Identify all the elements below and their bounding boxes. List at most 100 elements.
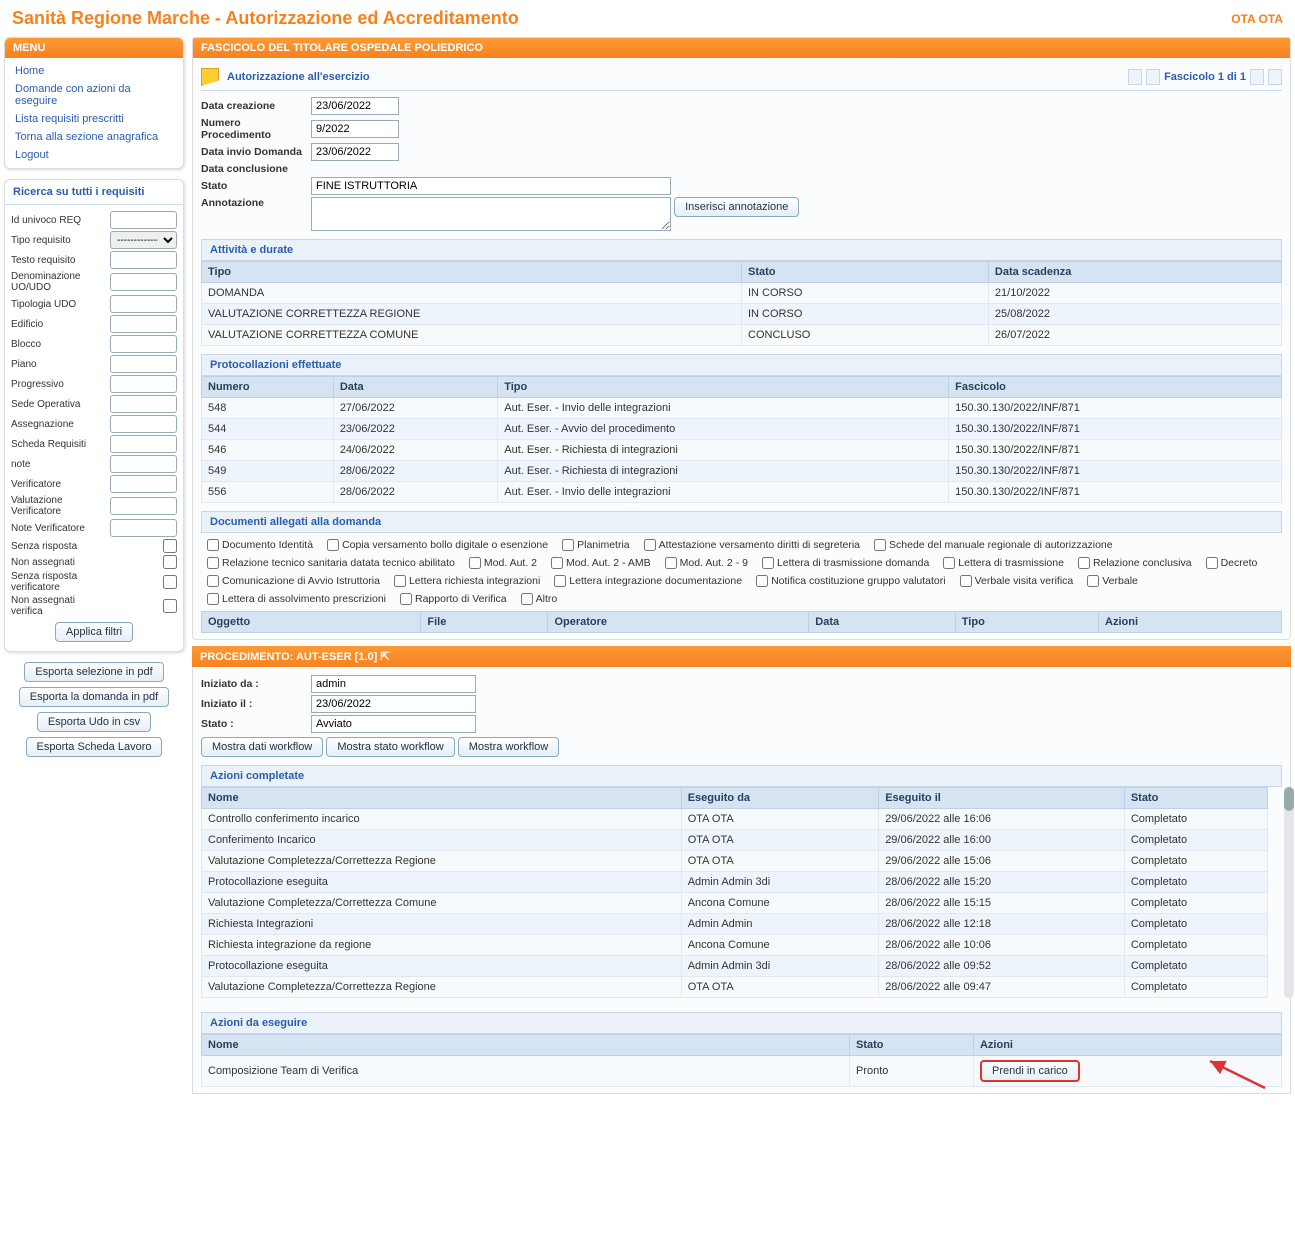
prendi-in-carico-button[interactable]: Prendi in carico [980,1060,1080,1082]
doc-checkbox[interactable] [960,575,972,587]
search-label: Denominazione UO/UDO [11,271,106,293]
search-checkbox[interactable] [163,555,177,569]
field-label: Iniziato il : [201,698,311,710]
search-checkbox[interactable] [163,539,177,553]
doc-checkbox[interactable] [562,539,574,551]
doc-checkbox[interactable] [207,557,219,569]
table-cell: Protocollazione eseguita [202,872,682,893]
doc-checkbox[interactable] [327,539,339,551]
col-head[interactable]: Data [809,612,956,633]
doc-checkbox[interactable] [756,575,768,587]
doc-checkbox[interactable] [551,557,563,569]
menu-item[interactable]: Domande con azioni da eseguire [5,80,183,110]
attivita-table: Tipo Stato Data scadenza DOMANDAIN CORSO… [201,261,1282,346]
table-cell: Ancona Comune [681,893,879,914]
search-input[interactable] [110,251,177,269]
search-input[interactable] [110,415,177,433]
stato-input[interactable] [311,177,671,195]
annotazione-textarea[interactable] [311,197,671,231]
search-input[interactable] [110,497,177,515]
doc-checkbox[interactable] [469,557,481,569]
search-box: Ricerca su tutti i requisiti Id univoco … [4,179,184,652]
doc-item: Lettera di trasmissione [943,557,1064,569]
search-input[interactable] [110,295,177,313]
doc-checkbox[interactable] [644,539,656,551]
pager-next-icon[interactable] [1250,69,1264,85]
search-input[interactable] [110,211,177,229]
search-input[interactable] [110,475,177,493]
search-input[interactable] [110,355,177,373]
table-cell: 29/06/2022 alle 16:00 [879,830,1125,851]
search-input[interactable] [110,273,177,291]
search-select[interactable]: --------------- [110,231,177,249]
doc-checkbox[interactable] [394,575,406,587]
search-checkbox[interactable] [163,575,177,589]
doc-checkbox[interactable] [521,593,533,605]
doc-checkbox[interactable] [874,539,886,551]
search-input[interactable] [110,435,177,453]
flag-label: Autorizzazione all'esercizio [227,71,370,83]
doc-checkbox[interactable] [1206,557,1218,569]
doc-checkbox[interactable] [762,557,774,569]
doc-checkbox[interactable] [554,575,566,587]
col-head[interactable]: Tipo [955,612,1098,633]
section-title: Azioni da eseguire [201,1012,1282,1034]
scrollbar[interactable] [1284,787,1294,998]
doc-checkbox[interactable] [1087,575,1099,587]
inserisci-annotazione-button[interactable]: Inserisci annotazione [674,197,799,217]
doc-checkbox[interactable] [400,593,412,605]
search-checkbox[interactable] [163,599,177,613]
col-head: Stato [850,1035,974,1056]
export-button[interactable]: Esporta la domanda in pdf [19,687,169,707]
field-label: Stato : [201,718,311,730]
field-label: Iniziato da : [201,678,311,690]
protocoll-table: Numero Data Tipo Fascicolo 54827/06/2022… [201,376,1282,503]
workflow-button[interactable]: Mostra workflow [458,737,559,757]
num-proc-input[interactable] [311,120,399,138]
export-button[interactable]: Esporta Scheda Lavoro [26,737,163,757]
search-input[interactable] [110,315,177,333]
menu-item[interactable]: Lista requisiti prescritti [5,110,183,128]
search-input[interactable] [110,395,177,413]
search-input[interactable] [110,455,177,473]
expand-icon[interactable]: ⇱ [380,651,389,663]
workflow-button[interactable]: Mostra dati workflow [201,737,323,757]
data-invio-input[interactable] [311,143,399,161]
pager-first-icon[interactable] [1128,69,1142,85]
doc-item: Lettera di trasmissione domanda [762,557,929,569]
col-head: Eseguito il [879,788,1125,809]
section-title: Attività e durate [201,239,1282,261]
table-cell: 24/06/2022 [333,440,497,461]
fascicolo-head: FASCICOLO DEL TITOLARE OSPEDALE POLIEDRI… [193,38,1290,58]
doc-checkbox[interactable] [1078,557,1090,569]
search-input[interactable] [110,335,177,353]
data-creazione-input[interactable] [311,97,399,115]
doc-checkbox[interactable] [207,593,219,605]
doc-checkbox[interactable] [943,557,955,569]
doc-checkbox[interactable] [207,575,219,587]
doc-item: Planimetria [562,539,630,551]
menu-item[interactable]: Logout [5,146,183,164]
col-head[interactable]: Oggetto [202,612,421,633]
doc-checkbox[interactable] [665,557,677,569]
doc-checkbox[interactable] [207,539,219,551]
export-button[interactable]: Esporta Udo in csv [37,712,151,732]
table-cell: 150.30.130/2022/INF/871 [949,482,1282,503]
table-cell: Aut. Eser. - Avvio del procedimento [498,419,949,440]
doc-item: Schede del manuale regionale di autorizz… [874,539,1113,551]
table-cell: Aut. Eser. - Invio delle integrazioni [498,398,949,419]
col-head: Nome [202,1035,850,1056]
col-head[interactable]: Azioni [1099,612,1282,633]
pager-last-icon[interactable] [1268,69,1282,85]
workflow-button[interactable]: Mostra stato workflow [326,737,454,757]
apply-filters-button[interactable]: Applica filtri [55,622,133,642]
col-head[interactable]: Operatore [548,612,809,633]
export-button[interactable]: Esporta selezione in pdf [24,662,163,682]
col-head: Tipo [202,262,742,283]
search-input[interactable] [110,375,177,393]
menu-item[interactable]: Home [5,62,183,80]
menu-item[interactable]: Torna alla sezione anagrafica [5,128,183,146]
col-head[interactable]: File [421,612,548,633]
search-input[interactable] [110,519,177,537]
pager-prev-icon[interactable] [1146,69,1160,85]
